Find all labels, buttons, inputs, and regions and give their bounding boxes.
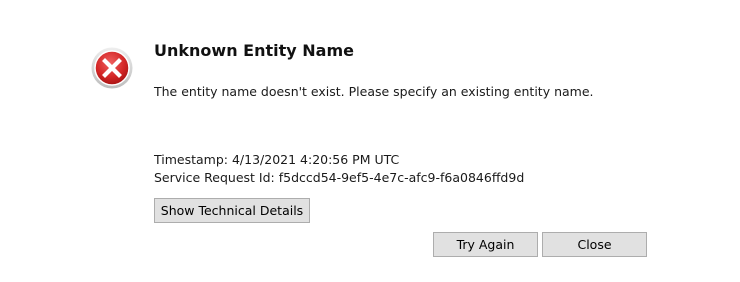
error-x-icon	[91, 47, 133, 89]
error-dialog: Unknown Entity Name The entity name does…	[0, 0, 740, 282]
service-request-id-text: Service Request Id: f5dccd54-9ef5-4e7c-a…	[154, 170, 525, 185]
show-technical-details-button[interactable]: Show Technical Details	[154, 198, 310, 223]
timestamp-text: Timestamp: 4/13/2021 4:20:56 PM UTC	[154, 152, 400, 167]
error-metadata: Timestamp: 4/13/2021 4:20:56 PM UTC Serv…	[154, 151, 524, 187]
try-again-button[interactable]: Try Again	[433, 232, 538, 257]
dialog-title: Unknown Entity Name	[154, 41, 354, 60]
error-message: The entity name doesn't exist. Please sp…	[154, 84, 594, 99]
close-button[interactable]: Close	[542, 232, 647, 257]
